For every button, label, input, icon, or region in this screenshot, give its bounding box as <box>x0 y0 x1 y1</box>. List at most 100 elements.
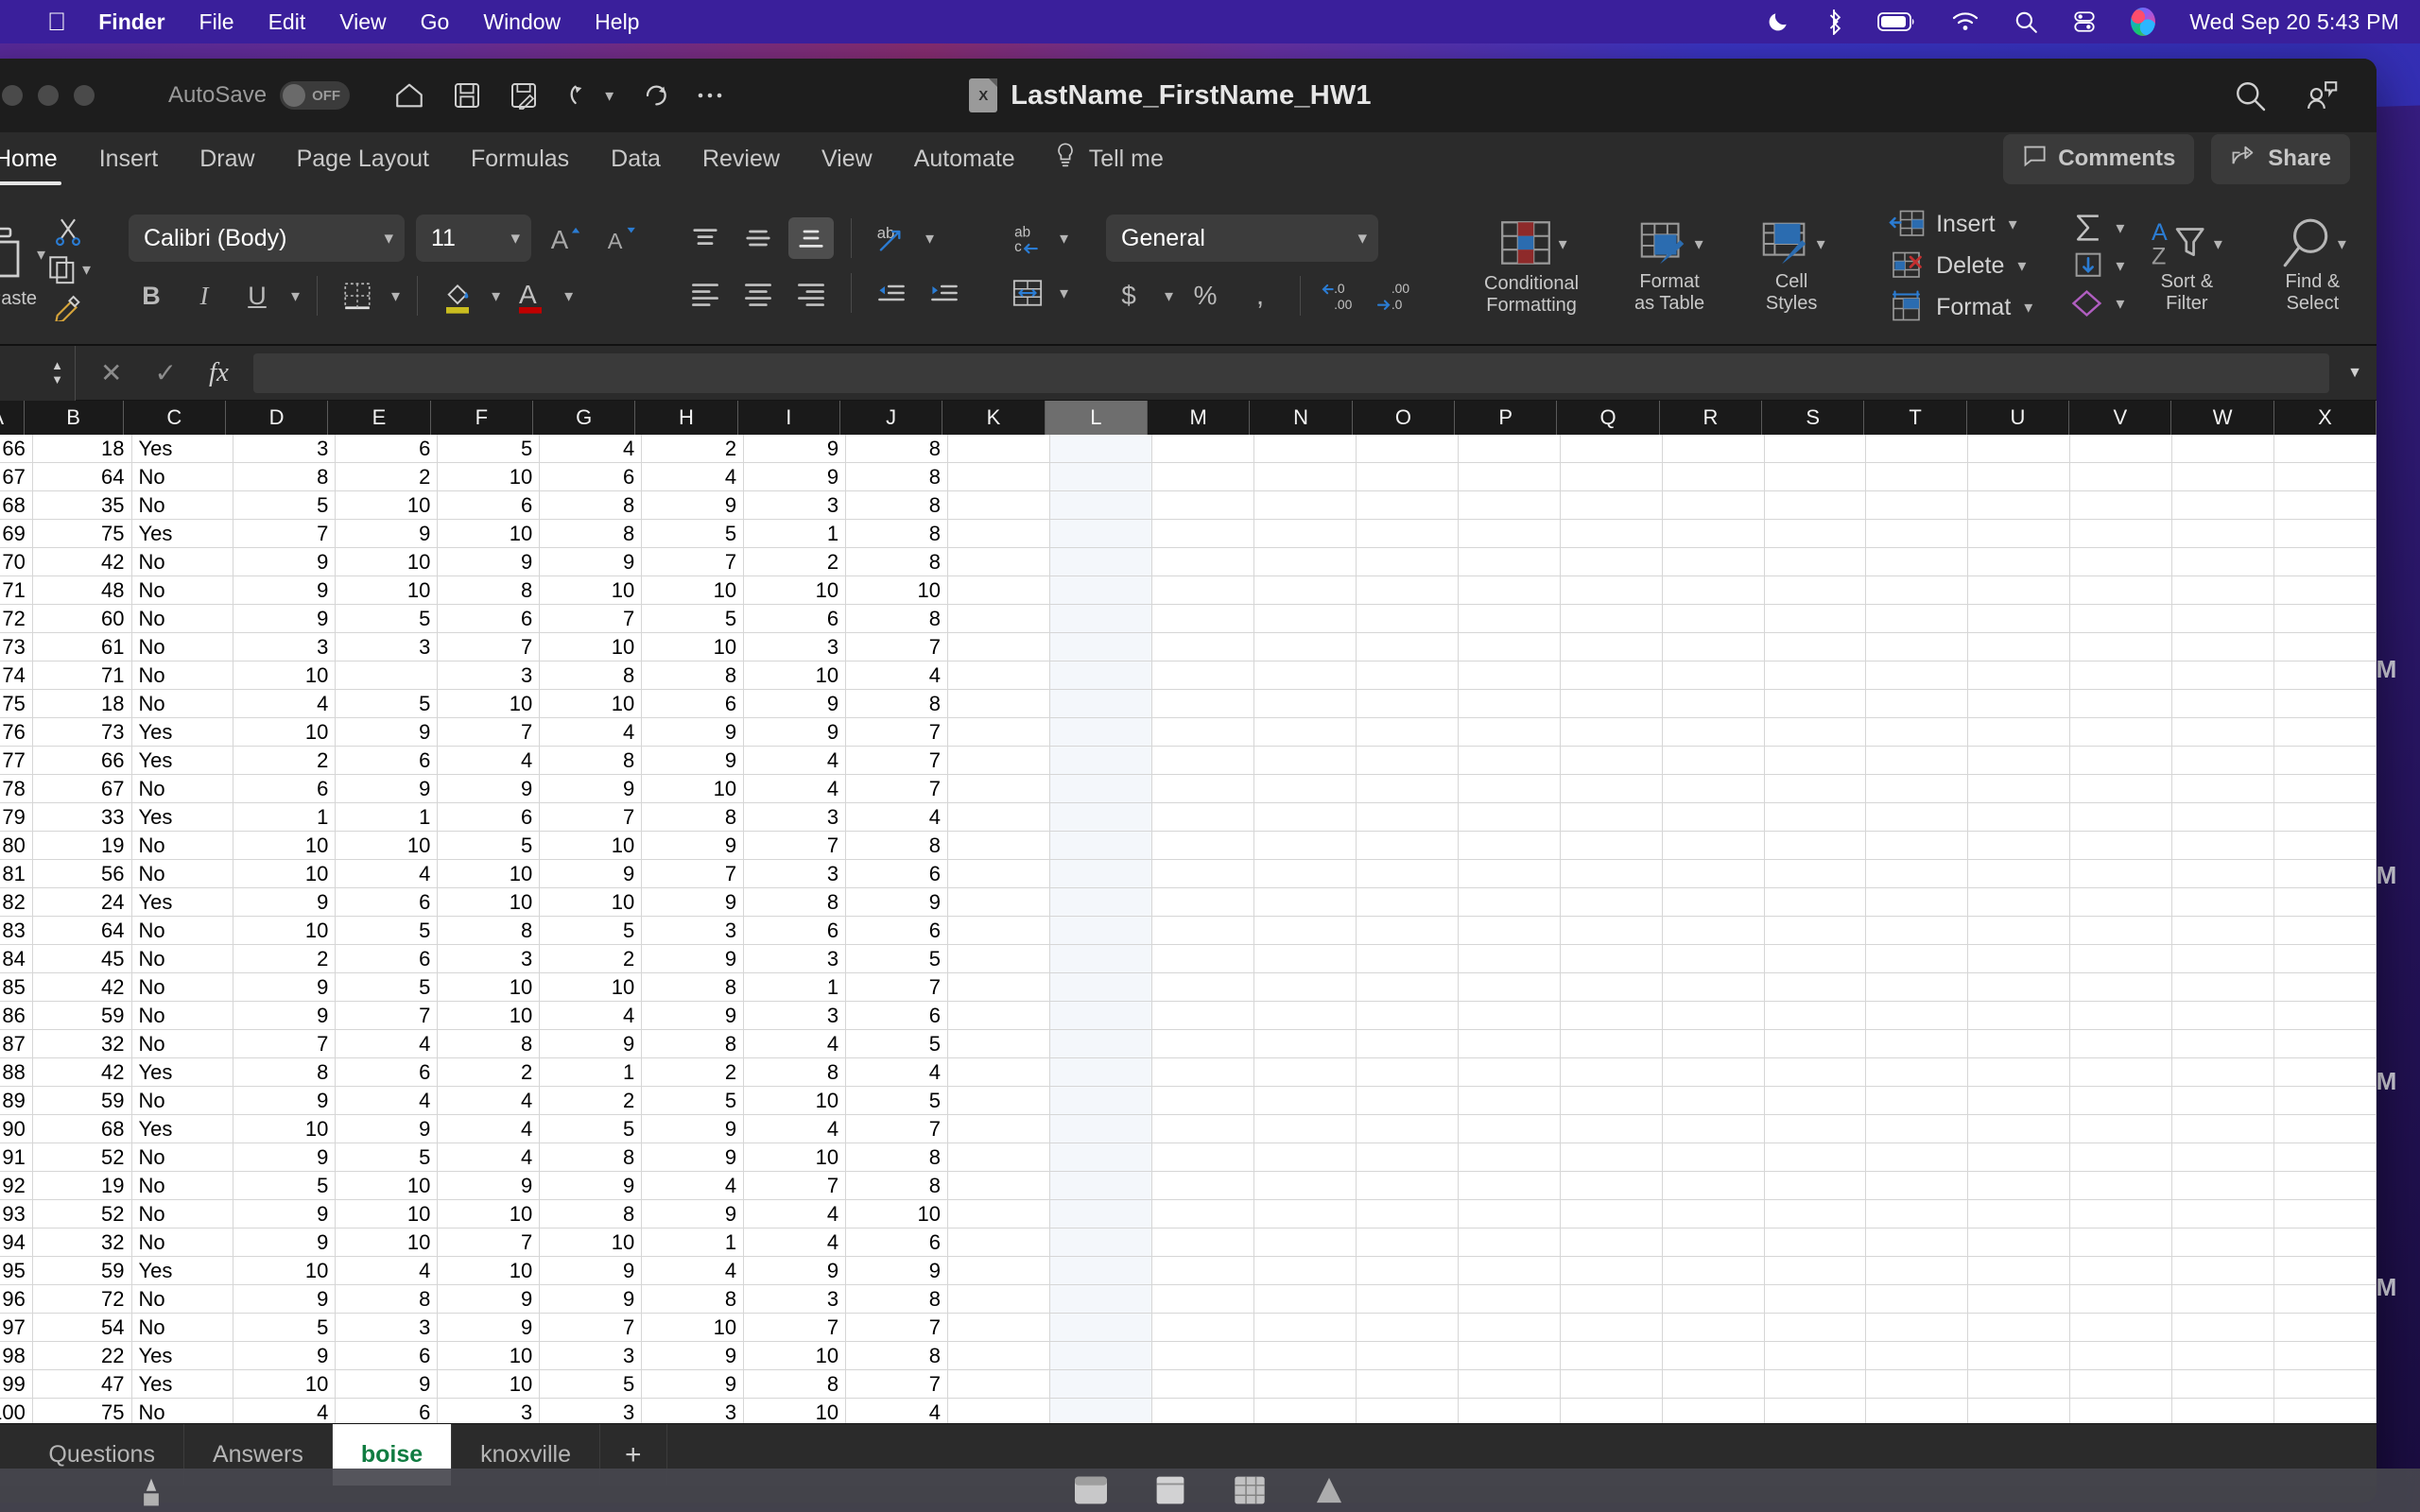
cell-p[interactable] <box>1458 662 1561 690</box>
cell-g[interactable]: 5 <box>540 917 643 945</box>
cell-h[interactable]: 9 <box>642 1200 745 1228</box>
cell-n[interactable] <box>1253 1399 1357 1423</box>
cell-v[interactable] <box>2070 1370 2173 1399</box>
cell-h[interactable]: 8 <box>642 662 745 690</box>
cell-d[interactable]: 5 <box>233 1314 337 1342</box>
cell-q[interactable] <box>1560 1058 1663 1087</box>
cell-w[interactable] <box>2172 463 2275 491</box>
cell-d[interactable]: 1 <box>233 803 337 832</box>
cell-m[interactable] <box>1151 1115 1254 1143</box>
cell-t[interactable] <box>1866 1314 1969 1342</box>
cell-u[interactable] <box>1968 548 2071 576</box>
cell-u[interactable] <box>1968 633 2071 662</box>
cell-t[interactable] <box>1866 491 1969 520</box>
cell-l[interactable] <box>1049 548 1152 576</box>
cell-a[interactable]: 82 <box>0 888 33 917</box>
cell-h[interactable]: 5 <box>642 605 745 633</box>
cell-c[interactable]: No <box>131 1314 234 1342</box>
cell-a[interactable]: 67 <box>0 463 33 491</box>
cell-g[interactable]: 7 <box>540 605 643 633</box>
cell-o[interactable] <box>1356 1172 1459 1200</box>
percent-format-button[interactable]: % <box>1183 275 1228 317</box>
cell-c[interactable]: Yes <box>131 718 234 747</box>
cell-p[interactable] <box>1458 1087 1561 1115</box>
cell-x[interactable] <box>2274 576 2377 605</box>
cell-b[interactable]: 72 <box>32 1285 132 1314</box>
cell-e[interactable]: 9 <box>336 1370 439 1399</box>
cell-g[interactable]: 8 <box>540 662 643 690</box>
cell-o[interactable] <box>1356 1143 1459 1172</box>
cell-n[interactable] <box>1253 803 1357 832</box>
cell-n[interactable] <box>1253 832 1357 860</box>
cell-s[interactable] <box>1764 775 1867 803</box>
cell-d[interactable]: 9 <box>233 605 337 633</box>
insert-cells-button[interactable]: Insert ▾ <box>1889 207 2032 241</box>
cell-x[interactable] <box>2274 1030 2377 1058</box>
cell-t[interactable] <box>1866 1172 1969 1200</box>
cell-g[interactable]: 8 <box>540 747 643 775</box>
cell-t[interactable] <box>1866 860 1969 888</box>
cell-h[interactable]: 9 <box>642 1143 745 1172</box>
cell-c[interactable]: No <box>131 860 234 888</box>
cell-p[interactable] <box>1458 718 1561 747</box>
cell-s[interactable] <box>1764 548 1867 576</box>
format-painter-icon[interactable] <box>46 291 91 321</box>
cell-b[interactable]: 42 <box>32 548 132 576</box>
cell-f[interactable]: 9 <box>438 1314 541 1342</box>
cell-o[interactable] <box>1356 888 1459 917</box>
tab-review[interactable]: Review <box>682 132 801 185</box>
cell-x[interactable] <box>2274 973 2377 1002</box>
share-button[interactable]: Share <box>2211 133 2350 184</box>
cell-t[interactable] <box>1866 435 1969 463</box>
cell-v[interactable] <box>2070 463 2173 491</box>
cell-n[interactable] <box>1253 775 1357 803</box>
cell-w[interactable] <box>2172 1172 2275 1200</box>
cell-k[interactable] <box>948 803 1050 832</box>
cell-j[interactable]: 5 <box>846 1030 949 1058</box>
cell-f[interactable]: 8 <box>438 917 541 945</box>
cell-c[interactable]: Yes <box>131 1058 234 1087</box>
cell-s[interactable] <box>1764 1143 1867 1172</box>
cell-f[interactable]: 10 <box>438 463 541 491</box>
cell-h[interactable]: 9 <box>642 1370 745 1399</box>
cell-a[interactable]: 80 <box>0 832 33 860</box>
cell-i[interactable]: 3 <box>744 633 847 662</box>
cell-r[interactable] <box>1662 832 1765 860</box>
cell-d[interactable]: 10 <box>233 1115 337 1143</box>
cell-v[interactable] <box>2070 435 2173 463</box>
minimize-window-button[interactable] <box>38 85 59 106</box>
cell-x[interactable] <box>2274 690 2377 718</box>
cell-d[interactable]: 6 <box>233 775 337 803</box>
cell-l[interactable] <box>1049 803 1152 832</box>
cell-k[interactable] <box>948 435 1050 463</box>
cell-l[interactable] <box>1049 1370 1152 1399</box>
cell-s[interactable] <box>1764 633 1867 662</box>
cell-b[interactable]: 42 <box>32 973 132 1002</box>
cell-g[interactable]: 9 <box>540 1030 643 1058</box>
cell-w[interactable] <box>2172 803 2275 832</box>
cell-p[interactable] <box>1458 945 1561 973</box>
cell-v[interactable] <box>2070 576 2173 605</box>
cell-p[interactable] <box>1458 491 1561 520</box>
cell-q[interactable] <box>1560 1314 1663 1342</box>
cell-w[interactable] <box>2172 917 2275 945</box>
cell-p[interactable] <box>1458 1115 1561 1143</box>
cell-k[interactable] <box>948 491 1050 520</box>
cell-a[interactable]: 91 <box>0 1143 33 1172</box>
cell-q[interactable] <box>1560 1200 1663 1228</box>
cell-j[interactable]: 4 <box>846 803 949 832</box>
dock-icon-app[interactable] <box>132 1476 170 1512</box>
cell-p[interactable] <box>1458 605 1561 633</box>
menu-item-finder[interactable]: Finder <box>98 9 164 35</box>
cell-a[interactable]: 89 <box>0 1087 33 1115</box>
cell-n[interactable] <box>1253 435 1357 463</box>
cell-v[interactable] <box>2070 832 2173 860</box>
fill-button[interactable]: ▾ <box>2070 249 2124 282</box>
cell-p[interactable] <box>1458 1314 1561 1342</box>
cell-h[interactable]: 3 <box>642 917 745 945</box>
cell-d[interactable]: 9 <box>233 576 337 605</box>
cell-t[interactable] <box>1866 548 1969 576</box>
cell-w[interactable] <box>2172 491 2275 520</box>
cell-w[interactable] <box>2172 1002 2275 1030</box>
cell-r[interactable] <box>1662 718 1765 747</box>
